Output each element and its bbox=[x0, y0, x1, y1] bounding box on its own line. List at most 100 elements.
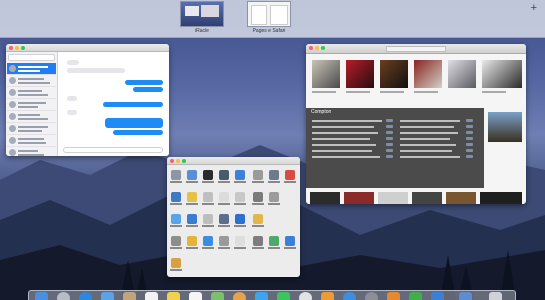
pref-sound-icon[interactable] bbox=[269, 192, 279, 202]
pref-network-icon[interactable] bbox=[219, 214, 229, 224]
message-transcript bbox=[59, 52, 169, 156]
pref-notifications-icon[interactable] bbox=[285, 170, 295, 180]
list-item[interactable] bbox=[7, 87, 56, 99]
list-item[interactable] bbox=[7, 75, 56, 87]
album-art[interactable] bbox=[448, 60, 476, 88]
pref-energy-icon[interactable] bbox=[187, 192, 197, 202]
list-item[interactable] bbox=[7, 147, 56, 156]
dock-maps-icon[interactable] bbox=[211, 292, 224, 300]
dock-ibooks-icon[interactable] bbox=[321, 292, 334, 300]
dock-itunes-icon[interactable] bbox=[299, 292, 312, 300]
zoom-icon[interactable] bbox=[182, 159, 186, 163]
pref-keyboard-icon[interactable] bbox=[203, 192, 213, 202]
system-preferences-window[interactable] bbox=[167, 157, 300, 277]
album-art[interactable] bbox=[378, 192, 408, 204]
space-label-1: iRacle bbox=[195, 28, 209, 34]
pref-dock-icon[interactable] bbox=[203, 170, 213, 180]
pref-mission-control-icon[interactable] bbox=[219, 170, 229, 180]
pref-app-store-icon[interactable] bbox=[203, 236, 213, 246]
messages-titlebar[interactable] bbox=[6, 44, 169, 52]
list-item[interactable] bbox=[7, 123, 56, 135]
dock-calendar-icon[interactable] bbox=[145, 292, 158, 300]
itunes-window[interactable]: Compton bbox=[306, 44, 526, 204]
dock-safari-icon[interactable] bbox=[79, 292, 92, 300]
dock-pages-icon[interactable] bbox=[387, 292, 400, 300]
dock-numbers-icon[interactable] bbox=[409, 292, 422, 300]
pref-time-machine-icon[interactable] bbox=[269, 236, 279, 246]
album-art[interactable] bbox=[482, 60, 522, 88]
close-icon[interactable] bbox=[309, 46, 313, 50]
messages-window[interactable] bbox=[6, 44, 169, 156]
pref-displays-icon[interactable] bbox=[171, 192, 181, 202]
pref-startup-disk-icon[interactable] bbox=[253, 236, 263, 246]
pref-spotlight-icon[interactable] bbox=[269, 170, 279, 180]
pref-printers-icon[interactable] bbox=[253, 192, 263, 202]
list-item[interactable] bbox=[7, 135, 56, 147]
itunes-toolbar[interactable] bbox=[306, 44, 526, 54]
dock-notes-icon[interactable] bbox=[167, 292, 180, 300]
dock-messages-icon[interactable] bbox=[255, 292, 268, 300]
album-track-list: Compton bbox=[306, 108, 484, 188]
pref-date-time-icon[interactable] bbox=[235, 236, 245, 246]
now-playing-display bbox=[386, 46, 446, 52]
album-art[interactable] bbox=[346, 60, 374, 88]
dock-downloads-icon[interactable] bbox=[459, 292, 472, 300]
list-item[interactable] bbox=[7, 111, 56, 123]
album-art[interactable] bbox=[488, 112, 522, 142]
prefs-titlebar[interactable] bbox=[167, 157, 300, 165]
pref-accessibility-icon[interactable] bbox=[285, 236, 295, 246]
search-input[interactable] bbox=[8, 54, 55, 61]
dock-trash-icon[interactable] bbox=[489, 292, 502, 300]
dock-finder-icon[interactable] bbox=[35, 292, 48, 300]
pref-parental-icon[interactable] bbox=[187, 236, 197, 246]
list-item[interactable] bbox=[7, 99, 56, 111]
album-art[interactable] bbox=[312, 60, 340, 88]
pref-dictation-icon[interactable] bbox=[219, 236, 229, 246]
pref-mouse-icon[interactable] bbox=[219, 192, 229, 202]
conversation-list bbox=[6, 52, 58, 156]
album-art[interactable] bbox=[344, 192, 374, 204]
pref-desktop-icon[interactable] bbox=[187, 170, 197, 180]
zoom-icon[interactable] bbox=[21, 46, 25, 50]
album-art[interactable] bbox=[380, 60, 408, 88]
space-label-2: Pages e Safari bbox=[252, 28, 286, 34]
space-thumbnail-2[interactable] bbox=[247, 1, 291, 27]
album-art[interactable] bbox=[480, 192, 522, 204]
dock-facetime-icon[interactable] bbox=[277, 292, 290, 300]
pref-sharing-icon[interactable] bbox=[253, 214, 263, 224]
dock-mail-icon[interactable] bbox=[101, 292, 114, 300]
dock-launchpad-icon[interactable] bbox=[57, 292, 70, 300]
dock-contacts-icon[interactable] bbox=[123, 292, 136, 300]
pref-trackpad-icon[interactable] bbox=[235, 192, 245, 202]
minimize-icon[interactable] bbox=[315, 46, 319, 50]
space-thumbnail-1[interactable] bbox=[180, 1, 224, 27]
album-art[interactable] bbox=[446, 192, 476, 204]
minimize-icon[interactable] bbox=[176, 159, 180, 163]
pref-language-icon[interactable] bbox=[235, 170, 245, 180]
dock-app-store-icon[interactable] bbox=[343, 292, 356, 300]
album-art[interactable] bbox=[412, 192, 442, 204]
add-space-icon[interactable]: + bbox=[531, 2, 537, 14]
pref-extensions-icon[interactable] bbox=[203, 214, 213, 224]
pref-users-icon[interactable] bbox=[171, 236, 181, 246]
message-input[interactable] bbox=[63, 147, 163, 153]
zoom-icon[interactable] bbox=[321, 46, 325, 50]
close-icon[interactable] bbox=[9, 46, 13, 50]
pref-icloud-icon[interactable] bbox=[171, 214, 181, 224]
dock-reminders-icon[interactable] bbox=[189, 292, 202, 300]
pref-security-icon[interactable] bbox=[253, 170, 263, 180]
pref-flash-icon[interactable] bbox=[171, 258, 181, 268]
dock-photos-icon[interactable] bbox=[233, 292, 246, 300]
dock bbox=[28, 290, 516, 300]
pref-internet-accounts-icon[interactable] bbox=[187, 214, 197, 224]
dock-keynote-icon[interactable] bbox=[431, 292, 444, 300]
album-title: Compton bbox=[311, 109, 332, 115]
album-art[interactable] bbox=[310, 192, 340, 204]
pref-general-icon[interactable] bbox=[171, 170, 181, 180]
close-icon[interactable] bbox=[170, 159, 174, 163]
minimize-icon[interactable] bbox=[15, 46, 19, 50]
list-item[interactable] bbox=[7, 63, 56, 75]
pref-bluetooth-icon[interactable] bbox=[235, 214, 245, 224]
album-art[interactable] bbox=[414, 60, 442, 88]
dock-preferences-icon[interactable] bbox=[365, 292, 378, 300]
